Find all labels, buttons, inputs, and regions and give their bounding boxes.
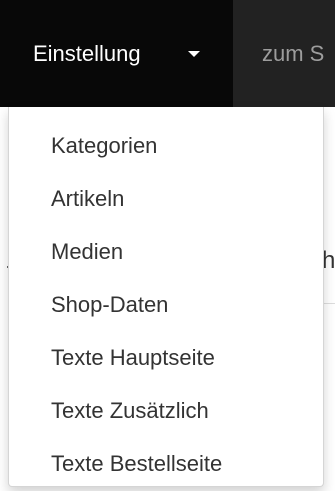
- top-navbar: Einstellung zum S: [0, 0, 335, 107]
- menu-item-kategorien[interactable]: Kategorien: [9, 125, 323, 167]
- menu-item-texte-hauptseite[interactable]: Texte Hauptseite: [9, 337, 323, 379]
- caret-down-icon: [188, 51, 200, 57]
- einstellung-dropdown-menu: Kategorien Artikeln Medien Shop-Daten Te…: [8, 107, 324, 487]
- page: Einstellung zum S h Kategorien Artikeln …: [0, 0, 335, 491]
- einstellung-dropdown-toggle[interactable]: Einstellung: [0, 0, 233, 107]
- menu-item-artikeln[interactable]: Artikeln: [9, 178, 323, 220]
- zum-shop-link[interactable]: zum S: [262, 42, 324, 66]
- menu-item-texte-zusaetzlich[interactable]: Texte Zusätzlich: [9, 390, 323, 432]
- menu-item-shop-daten[interactable]: Shop-Daten: [9, 284, 323, 326]
- einstellung-menu-label: Einstellung: [33, 41, 141, 66]
- menu-item-texte-bestellseite[interactable]: Texte Bestellseite: [9, 443, 323, 485]
- menu-item-medien[interactable]: Medien: [9, 231, 323, 273]
